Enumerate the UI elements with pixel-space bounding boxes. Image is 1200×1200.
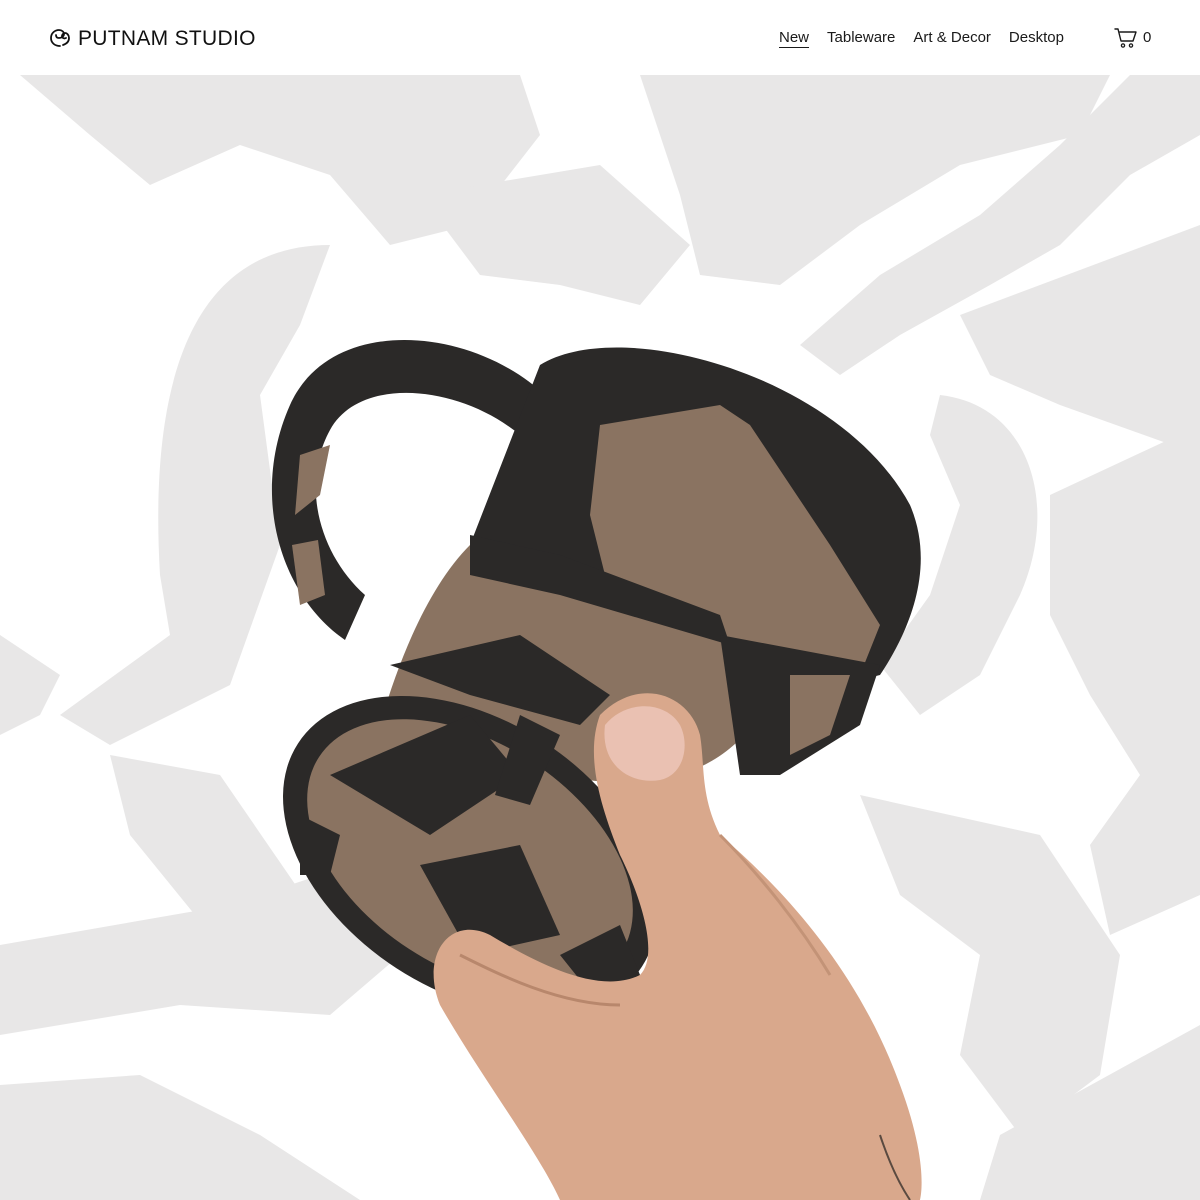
ee-monogram-icon	[50, 29, 70, 47]
hand-holding-pitcher-photo	[0, 75, 1200, 1200]
cart-button[interactable]: 0	[1114, 27, 1151, 49]
nav-item-art-decor[interactable]: Art & Decor	[913, 28, 991, 48]
nav-item-desktop[interactable]: Desktop	[1009, 28, 1064, 48]
cart-count: 0	[1143, 29, 1152, 46]
site-header: PUTNAM STUDIO New Tableware Art & Decor …	[0, 0, 1200, 75]
brand-name: PUTNAM STUDIO	[78, 26, 256, 50]
cart-icon	[1114, 28, 1137, 48]
nav-item-new[interactable]: New	[779, 28, 809, 48]
brand-home-link[interactable]: PUTNAM STUDIO	[48, 24, 256, 52]
hero-image[interactable]	[0, 75, 1200, 1200]
nav-item-tableware[interactable]: Tableware	[827, 28, 895, 48]
main-nav: New Tableware Art & Decor Desktop	[779, 28, 1064, 48]
